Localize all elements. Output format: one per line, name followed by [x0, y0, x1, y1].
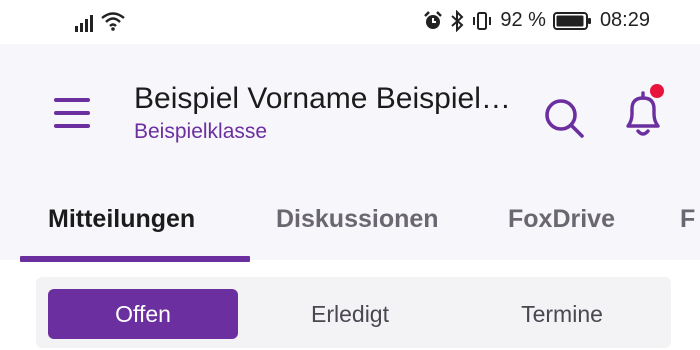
battery-percent: 92 % [500, 9, 546, 31]
status-right: 92 % 08:29 [423, 9, 650, 32]
segment-offen[interactable]: Offen [48, 289, 238, 339]
class-subtitle: Beispielklasse [134, 120, 268, 143]
notification-badge-dot [650, 84, 664, 98]
search-button[interactable] [542, 96, 586, 140]
bluetooth-icon [451, 9, 464, 32]
clock-time: 08:29 [599, 9, 650, 31]
signal-icon [75, 15, 93, 32]
menu-button[interactable] [52, 94, 92, 134]
tab-next-partial[interactable]: F [680, 205, 700, 234]
battery-icon [552, 11, 591, 30]
active-tab-indicator [20, 256, 250, 262]
wifi-icon [101, 12, 125, 31]
alarm-icon [424, 10, 443, 29]
status-bar: 92 % 08:29 [0, 0, 700, 44]
segment-erledigt[interactable]: Erledigt [254, 289, 446, 339]
status-left [74, 10, 126, 32]
page-title: Beispiel Vorname Beispiel… [134, 82, 511, 115]
segment-termine[interactable]: Termine [466, 289, 658, 339]
search-icon [545, 99, 584, 138]
tab-foxdrive[interactable]: FoxDrive [508, 205, 615, 234]
tab-diskussionen[interactable]: Diskussionen [276, 205, 439, 234]
app-screen: 92 % 08:29 Beispiel Vorname Beispiel… Be… [0, 0, 700, 350]
tab-mitteilungen[interactable]: Mitteilungen [48, 205, 195, 234]
status-filter-segmented-control: Offen Erledigt Termine [36, 277, 671, 348]
vibrate-icon [473, 11, 492, 30]
